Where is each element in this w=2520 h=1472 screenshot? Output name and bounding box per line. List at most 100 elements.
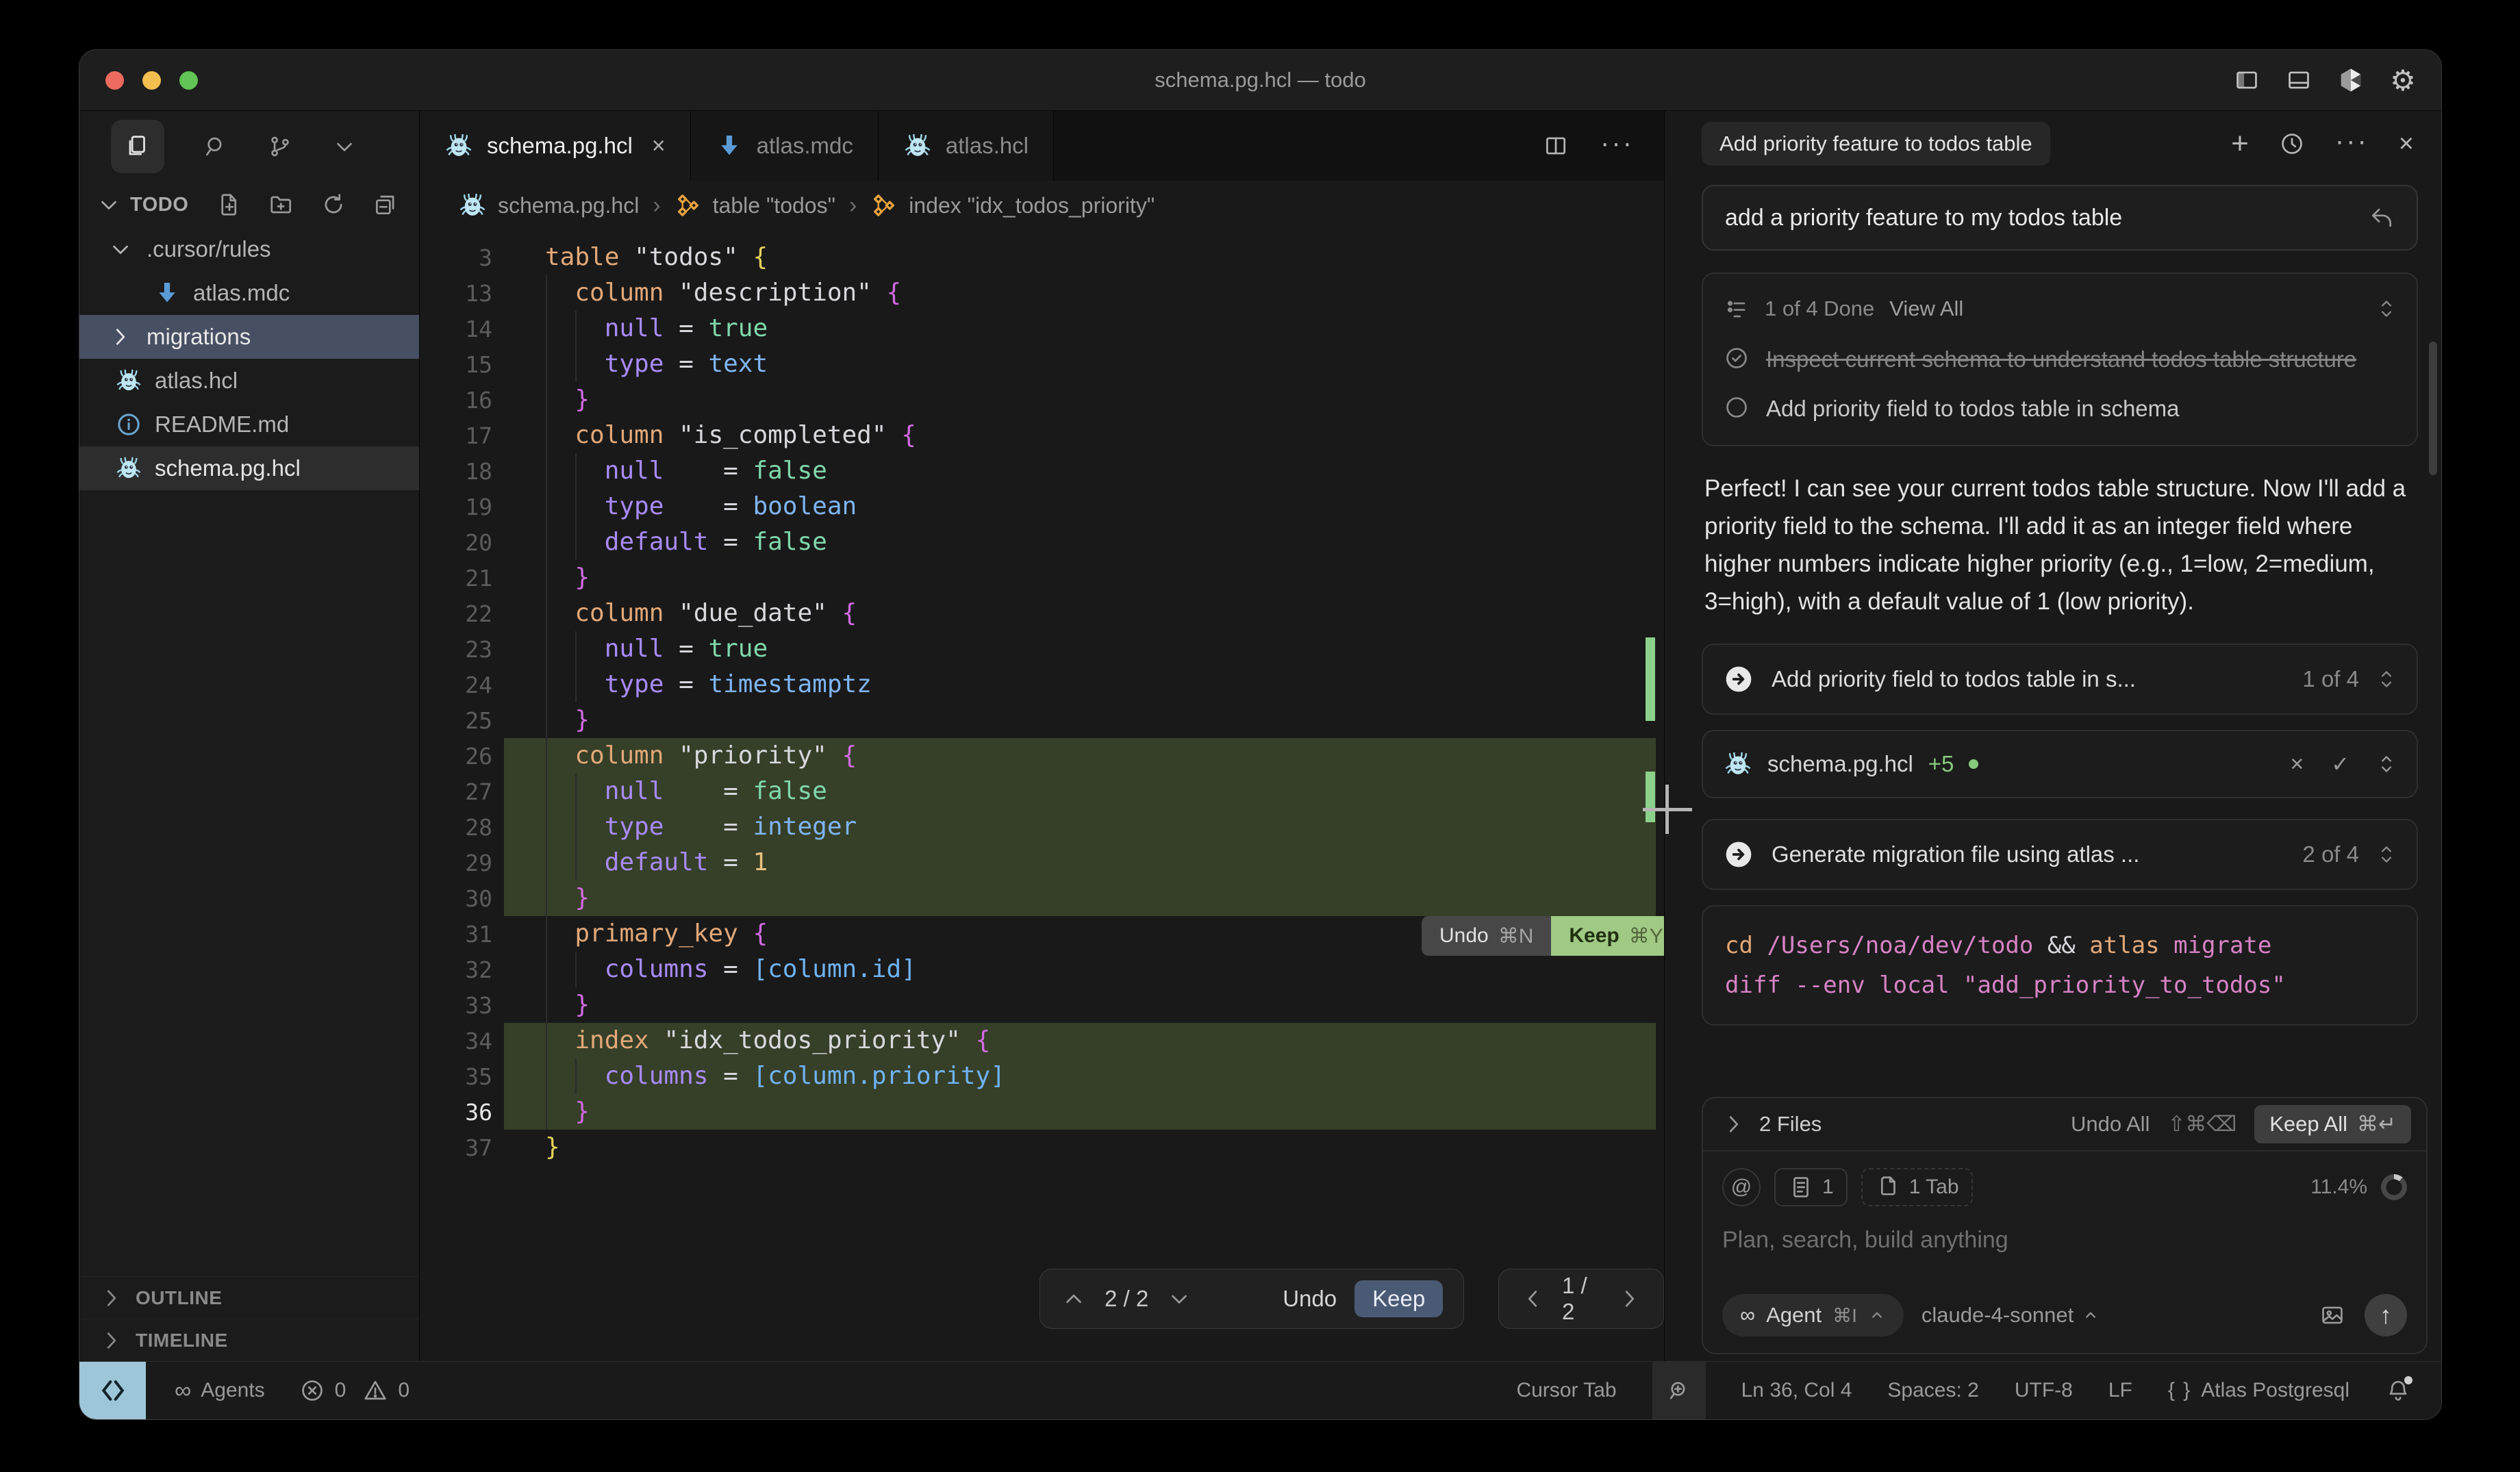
files-icon[interactable] <box>125 134 151 160</box>
view-all-link[interactable]: View All <box>1889 296 1963 321</box>
composer[interactable]: @ 1 1 Tab 11.4% Plan, search, build anyt… <box>1703 1152 2426 1353</box>
tree-item-schema-pg-hcl[interactable]: schema.pg.hcl <box>79 446 419 490</box>
chevron-down-icon[interactable] <box>96 192 122 218</box>
prev-file-button[interactable] <box>1520 1286 1546 1312</box>
chat-messages[interactable]: add a priority feature to my todos table… <box>1665 177 2441 1078</box>
tree-item-migrations[interactable]: migrations <box>79 315 419 359</box>
task-card-2[interactable]: Generate migration file using atlas ... … <box>1702 819 2418 890</box>
cursor-tab-status[interactable]: Cursor Tab <box>1516 1379 1616 1402</box>
expand-collapse-icon[interactable] <box>2377 842 2396 867</box>
explorer-view-button[interactable] <box>111 120 164 173</box>
chevron-right-icon[interactable] <box>1721 1111 1747 1137</box>
code-line-37[interactable]: 37} <box>420 1130 1664 1165</box>
restore-checkpoint-icon[interactable] <box>2369 205 2395 231</box>
settings-gear-icon[interactable]: ⚙ <box>2388 65 2418 95</box>
layout-panel-bottom-icon[interactable] <box>2284 65 2314 95</box>
editor-tab-schema-pg-hcl[interactable]: schema.pg.hcl× <box>420 111 691 181</box>
code-line-15[interactable]: 15 type = text <box>420 346 1664 382</box>
code-line-25[interactable]: 25 } <box>420 702 1664 738</box>
panel-scrollbar[interactable] <box>2429 342 2437 475</box>
code-line-26[interactable]: 26 column "priority" { <box>420 738 1664 774</box>
new-file-icon[interactable] <box>216 192 242 218</box>
cursor-logo-icon[interactable] <box>2336 65 2366 95</box>
code-line-18[interactable]: 18 null = false <box>420 453 1664 489</box>
undo-all-files-button[interactable]: Undo All <box>2071 1112 2150 1137</box>
code-line-32[interactable]: 32 columns = [column.id] <box>420 952 1664 987</box>
tree-item-readme-md[interactable]: README.md <box>79 403 419 446</box>
todo-item[interactable]: Inspect current schema to understand tod… <box>1724 341 2396 378</box>
undo-all-button[interactable]: Undo <box>1283 1286 1337 1312</box>
add-context-button[interactable]: @ <box>1722 1168 1761 1206</box>
code-line-34[interactable]: 34 index "idx_todos_priority" { <box>420 1023 1664 1058</box>
close-tab-icon[interactable]: × <box>652 133 666 160</box>
files-count[interactable]: 2 Files <box>1759 1112 1822 1137</box>
editor-tab-atlas-hcl[interactable]: atlas.hcl <box>879 111 1054 181</box>
tree-item-atlas-mdc[interactable]: atlas.mdc <box>79 271 419 315</box>
sidebar-section-timeline[interactable]: TIMELINE <box>79 1319 419 1361</box>
tree-item-atlas-hcl[interactable]: atlas.hcl <box>79 359 419 403</box>
search-icon[interactable] <box>203 134 229 160</box>
agents-status-button[interactable]: ∞ Agents <box>175 1378 265 1404</box>
encoding-status[interactable]: UTF-8 <box>2015 1379 2073 1402</box>
split-editor-button[interactable] <box>1543 133 1569 159</box>
zoom-in-button[interactable] <box>1652 1362 1706 1420</box>
line-col-status[interactable]: Ln 36, Col 4 <box>1741 1379 1852 1402</box>
code-editor[interactable]: 3table "todos" {13 column "description" … <box>420 230 1664 1361</box>
tree-item--cursor-rules[interactable]: .cursor/rules <box>79 227 419 271</box>
breadcrumb-item[interactable]: table "todos" <box>713 193 835 218</box>
changed-file-card[interactable]: schema.pg.hcl +5 × ✓ <box>1702 730 2418 798</box>
code-line-35[interactable]: 35 columns = [column.priority] <box>420 1058 1664 1094</box>
new-chat-button[interactable]: + <box>2231 127 2249 161</box>
reject-file-icon[interactable]: × <box>2290 751 2304 778</box>
minimize-window-button[interactable] <box>142 71 161 90</box>
expand-collapse-icon[interactable] <box>2377 667 2396 691</box>
chevron-down-icon[interactable] <box>331 134 357 160</box>
problems-button[interactable]: 0 0 <box>299 1378 410 1404</box>
git-branch-icon[interactable] <box>267 134 293 160</box>
prev-diff-button[interactable] <box>1061 1286 1087 1312</box>
code-line-30[interactable]: 30 } <box>420 880 1664 916</box>
expand-collapse-icon[interactable] <box>2377 752 2396 776</box>
keep-all-files-button[interactable]: Keep All⌘↵ <box>2254 1105 2411 1143</box>
code-line-33[interactable]: 33 } <box>420 987 1664 1023</box>
code-line-29[interactable]: 29 default = 1 <box>420 845 1664 880</box>
more-actions-button[interactable]: ··· <box>1600 136 1634 155</box>
breadcrumb-item[interactable]: index "idx_todos_priority" <box>909 193 1155 218</box>
code-line-28[interactable]: 28 type = integer <box>420 809 1664 845</box>
remote-indicator-button[interactable] <box>79 1362 146 1419</box>
tab-context-chip[interactable]: 1 Tab <box>1861 1168 1973 1206</box>
context-doc-chip[interactable]: 1 <box>1774 1168 1848 1206</box>
notifications-bell-button[interactable] <box>2385 1378 2411 1404</box>
next-file-button[interactable] <box>1617 1286 1643 1312</box>
code-line-20[interactable]: 20 default = false <box>420 524 1664 560</box>
code-line-21[interactable]: 21 } <box>420 560 1664 596</box>
code-line-13[interactable]: 13 column "description" { <box>420 275 1664 311</box>
code-line-23[interactable]: 23 null = true <box>420 631 1664 667</box>
todo-item[interactable]: Add priority field to todos table in sch… <box>1724 390 2396 427</box>
task-card-1[interactable]: Add priority field to todos table in s..… <box>1702 644 2418 715</box>
expand-collapse-icon[interactable] <box>2377 296 2396 321</box>
chat-history-button[interactable] <box>2279 131 2305 157</box>
composer-placeholder[interactable]: Plan, search, build anything <box>1722 1227 2407 1254</box>
next-diff-button[interactable] <box>1166 1286 1192 1312</box>
code-line-19[interactable]: 19 type = boolean <box>420 489 1664 524</box>
code-line-22[interactable]: 22 column "due_date" { <box>420 596 1664 631</box>
zoom-window-button[interactable] <box>179 71 198 90</box>
model-selector[interactable]: claude-4-sonnet <box>1922 1303 2100 1328</box>
undo-diff-button[interactable]: Undo⌘N <box>1422 916 1551 956</box>
collapse-all-icon[interactable] <box>373 192 399 218</box>
close-window-button[interactable] <box>105 71 124 90</box>
mode-selector[interactable]: ∞ Agent ⌘I <box>1722 1294 1904 1336</box>
code-line-3[interactable]: 3table "todos" { <box>420 240 1664 275</box>
language-mode-status[interactable]: { } Atlas Postgresql <box>2168 1379 2349 1402</box>
indentation-status[interactable]: Spaces: 2 <box>1887 1379 1978 1402</box>
new-folder-icon[interactable] <box>268 192 294 218</box>
code-line-16[interactable]: 16 } <box>420 382 1664 418</box>
code-line-27[interactable]: 27 null = false <box>420 774 1664 809</box>
layout-sidebar-left-icon[interactable] <box>2232 65 2262 95</box>
editor-tab-atlas-mdc[interactable]: atlas.mdc <box>691 111 879 181</box>
sidebar-section-outline[interactable]: OUTLINE <box>79 1276 419 1319</box>
chat-more-button[interactable]: ··· <box>2335 134 2369 153</box>
code-line-24[interactable]: 24 type = timestamptz <box>420 667 1664 702</box>
code-line-36[interactable]: 36 } <box>420 1094 1664 1130</box>
